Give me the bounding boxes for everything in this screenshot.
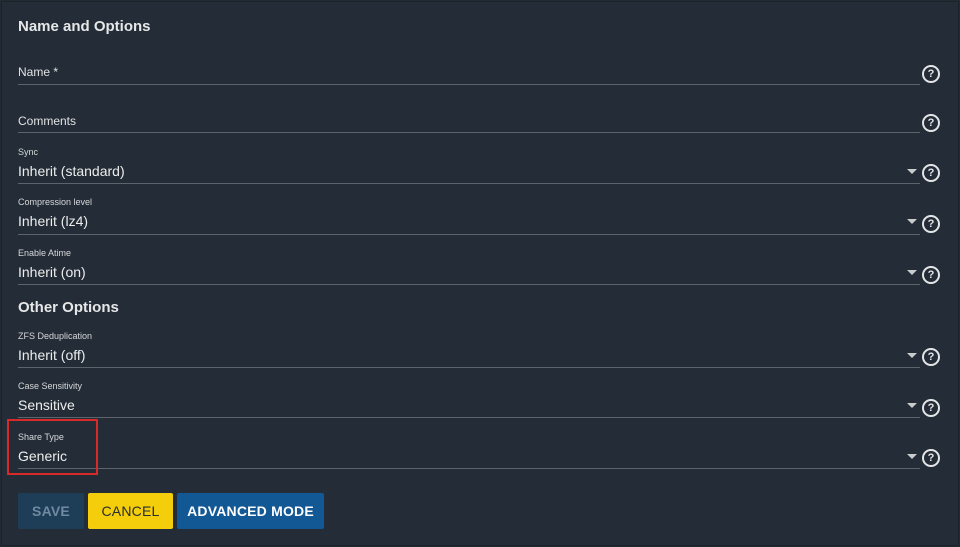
dedup-label: ZFS Deduplication (18, 331, 93, 341)
atime-help-icon[interactable]: ? (922, 266, 940, 284)
case-sensitivity-help-icon[interactable]: ? (922, 399, 940, 417)
comments-help-icon[interactable]: ? (922, 114, 940, 132)
atime-value: Inherit (on) (18, 264, 86, 280)
share-type-highlight-box (7, 419, 98, 475)
section-title-name-and-options: Name and Options (18, 18, 151, 35)
case-sensitivity-label: Case Sensitivity (18, 381, 83, 391)
name-label: Name * (18, 65, 59, 79)
compression-label: Compression level (18, 197, 93, 207)
caret-down-icon (907, 353, 917, 358)
dedup-select[interactable]: ZFS Deduplication Inherit (off) (18, 331, 920, 368)
advanced-mode-button[interactable]: ADVANCED MODE (177, 493, 324, 529)
caret-down-icon (907, 169, 917, 174)
atime-label: Enable Atime (18, 248, 72, 258)
caret-down-icon (907, 454, 917, 459)
dedup-value: Inherit (off) (18, 347, 86, 363)
comments-label: Comments (18, 114, 77, 128)
caret-down-icon (907, 219, 917, 224)
comments-input[interactable]: Comments (18, 108, 920, 133)
save-button[interactable]: SAVE (18, 493, 84, 529)
compression-select[interactable]: Compression level Inherit (lz4) (18, 197, 920, 235)
caret-down-icon (907, 270, 917, 275)
share-type-select[interactable]: Share Type Generic (18, 432, 920, 469)
share-type-help-icon[interactable]: ? (922, 449, 940, 467)
sync-help-icon[interactable]: ? (922, 164, 940, 182)
sync-label: Sync (18, 147, 39, 157)
caret-down-icon (907, 403, 917, 408)
cancel-button[interactable]: CANCEL (88, 493, 173, 529)
name-input[interactable]: Name * (18, 58, 920, 85)
atime-select[interactable]: Enable Atime Inherit (on) (18, 248, 920, 285)
sync-select[interactable]: Sync Inherit (standard) (18, 147, 920, 184)
sync-value: Inherit (standard) (18, 163, 125, 179)
case-sensitivity-value: Sensitive (18, 397, 75, 413)
dedup-help-icon[interactable]: ? (922, 348, 940, 366)
compression-value: Inherit (lz4) (18, 213, 89, 229)
name-help-icon[interactable]: ? (922, 65, 940, 83)
dataset-form-card: Name and Options Name * ? Comments ? Syn… (1, 1, 959, 546)
case-sensitivity-select[interactable]: Case Sensitivity Sensitive (18, 381, 920, 418)
section-title-other-options: Other Options (18, 299, 119, 316)
compression-help-icon[interactable]: ? (922, 215, 940, 233)
